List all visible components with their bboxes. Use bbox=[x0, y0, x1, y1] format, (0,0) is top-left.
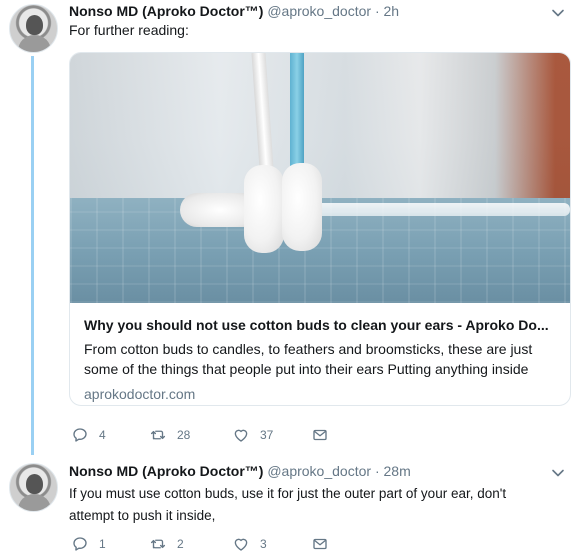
retweet-icon bbox=[150, 430, 166, 440]
reply-icon bbox=[73, 537, 87, 551]
retweet-button[interactable]: 2 bbox=[149, 534, 184, 554]
author-handle[interactable]: @aproko_doctor bbox=[267, 463, 371, 479]
retweet-button[interactable]: 28 bbox=[149, 425, 190, 445]
avatar-shoulders bbox=[18, 35, 51, 52]
retweet-count: 28 bbox=[177, 428, 191, 442]
like-button[interactable]: 37 bbox=[232, 425, 273, 445]
cotton-bud-tip bbox=[282, 163, 322, 251]
card-title[interactable]: Why you should not use cotton buds to cl… bbox=[84, 315, 556, 335]
card-domain[interactable]: aprokodoctor.com bbox=[84, 384, 556, 404]
card-image[interactable] bbox=[70, 53, 570, 303]
envelope-icon bbox=[313, 538, 327, 550]
card-description: From cotton buds to candles, to feathers… bbox=[84, 341, 533, 377]
thread-connector-line bbox=[31, 56, 34, 460]
separator-dot: · bbox=[374, 3, 380, 19]
avatar[interactable] bbox=[9, 4, 58, 53]
author-name[interactable]: Nonso MD (Aproko Doctor™) bbox=[69, 463, 263, 479]
like-button[interactable]: 3 bbox=[232, 534, 267, 554]
tweet-timestamp[interactable]: 28m bbox=[384, 463, 411, 479]
direct-message-button[interactable] bbox=[311, 425, 329, 445]
tweet-text: If you must use cotton buds, use it for … bbox=[69, 486, 507, 523]
direct-message-button[interactable] bbox=[311, 534, 329, 554]
avatar-face bbox=[26, 474, 43, 494]
like-count: 37 bbox=[260, 428, 274, 442]
chevron-down-icon[interactable] bbox=[551, 466, 565, 480]
reply-count: 1 bbox=[99, 537, 106, 551]
like-count: 3 bbox=[260, 537, 267, 551]
retweet-count: 2 bbox=[177, 537, 184, 551]
avatar-shoulders bbox=[18, 494, 51, 511]
avatar[interactable] bbox=[9, 463, 58, 512]
reply-button[interactable]: 1 bbox=[71, 534, 106, 554]
reply-icon bbox=[73, 428, 87, 442]
reply-count: 4 bbox=[99, 428, 106, 442]
author-name[interactable]: Nonso MD (Aproko Doctor™) bbox=[69, 3, 263, 19]
tweet-header: Nonso MD (Aproko Doctor™) @aproko_doctor… bbox=[69, 462, 411, 480]
heart-icon bbox=[234, 429, 248, 442]
heart-icon bbox=[234, 538, 248, 551]
reply-button[interactable]: 4 bbox=[71, 425, 106, 445]
author-handle[interactable]: @aproko_doctor bbox=[267, 3, 371, 19]
tweet-header: Nonso MD (Aproko Doctor™) @aproko_doctor… bbox=[69, 2, 399, 20]
chevron-down-icon[interactable] bbox=[551, 6, 565, 20]
separator-dot: · bbox=[374, 463, 380, 479]
retweet-icon bbox=[150, 539, 166, 549]
link-card[interactable]: Why you should not use cotton buds to cl… bbox=[69, 52, 571, 406]
tweet-text: For further reading: bbox=[69, 22, 189, 38]
cotton-bud-tip bbox=[244, 165, 284, 253]
envelope-icon bbox=[313, 429, 327, 441]
card-body: Why you should not use cotton buds to cl… bbox=[70, 303, 570, 404]
tweet-timestamp[interactable]: 2h bbox=[384, 3, 400, 19]
tweet[interactable]: Nonso MD (Aproko Doctor™) @aproko_doctor… bbox=[0, 0, 575, 460]
tweet[interactable]: Nonso MD (Aproko Doctor™) @aproko_doctor… bbox=[0, 455, 575, 557]
avatar-face bbox=[26, 15, 43, 35]
